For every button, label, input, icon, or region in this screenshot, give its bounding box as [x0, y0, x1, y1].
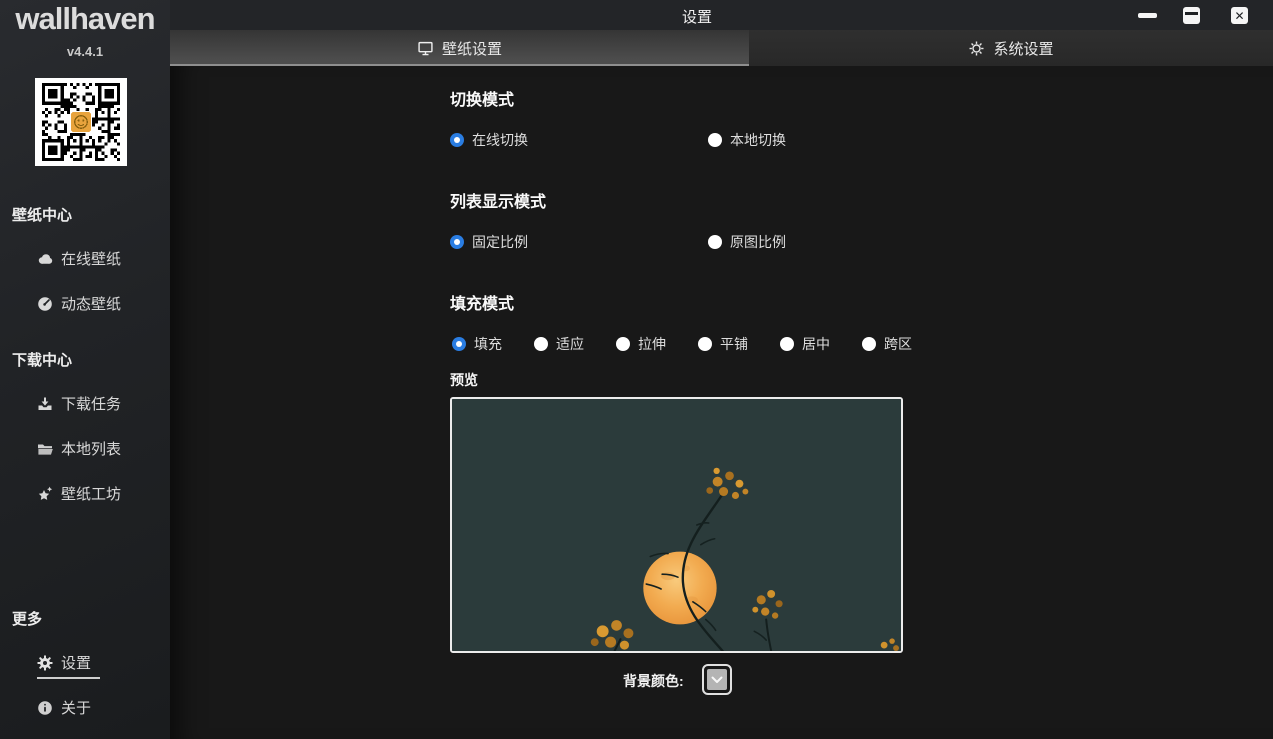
sidebar-item-wallpaper-workshop[interactable]: 壁纸工坊: [36, 483, 121, 504]
titlebar: 设置 ✕: [170, 0, 1273, 30]
radio-span[interactable]: 跨区: [862, 334, 912, 354]
sidebar-header-download-center: 下载中心: [12, 352, 73, 369]
radio-label: 拉伸: [638, 336, 666, 352]
background-color-dropdown[interactable]: [702, 664, 732, 695]
sidebar-item-label: 下载任务: [61, 396, 122, 413]
settings-content: 切换模式 在线切换 本地切换 列表显示模式 固定比例 原图比例 填充模式 填充 …: [170, 66, 1273, 739]
sidebar-item-local-list[interactable]: 本地列表: [36, 438, 121, 459]
radio-local-switch[interactable]: 本地切换: [708, 130, 786, 150]
radio-unselected-icon: [698, 337, 712, 351]
color-swatch: [707, 669, 727, 690]
tab-label: 系统设置: [993, 40, 1054, 58]
sidebar-item-label: 壁纸工坊: [61, 486, 122, 503]
sidebar-item-download-tasks[interactable]: 下载任务: [36, 393, 121, 414]
sidebar-item-label: 设置: [61, 655, 92, 672]
radio-selected-icon: [452, 337, 466, 351]
sidebar-item-label: 在线壁纸: [61, 251, 122, 268]
section-title-list-display-mode: 列表显示模式: [450, 194, 547, 211]
active-item-underline: [37, 677, 100, 679]
sidebar: wallhaven v4.4.1 壁纸中心 在线壁纸 动态壁纸 下载中心 下载任…: [0, 0, 170, 739]
app-logo: wallhaven: [15, 1, 155, 36]
tab-bar: 壁纸设置 系统设置: [170, 30, 1273, 66]
section-title-switch-mode: 切换模式: [450, 92, 515, 109]
radio-label: 填充: [474, 336, 502, 352]
tab-label: 壁纸设置: [441, 40, 502, 58]
radio-center[interactable]: 居中: [780, 334, 830, 354]
radio-label: 居中: [802, 336, 830, 352]
sidebar-item-online-wallpaper[interactable]: 在线壁纸: [36, 248, 121, 269]
chevron-down-icon: [711, 676, 723, 683]
sidebar-header-wallpaper-center: 壁纸中心: [12, 207, 73, 224]
maximize-button[interactable]: [1183, 7, 1200, 24]
moon-wallpaper-image: [452, 399, 901, 651]
wallpaper-preview: [450, 397, 903, 653]
background-color-label: 背景颜色:: [623, 673, 684, 689]
sidebar-item-about[interactable]: 关于: [36, 697, 91, 718]
sidebar-item-label: 动态壁纸: [61, 296, 122, 313]
folder-icon: [38, 444, 53, 455]
radio-unselected-icon: [708, 133, 722, 147]
main-area: 设置 ✕ 壁纸设置 系统设置 切换模式 在线切换 本地切换 列表显示模式 固定比…: [170, 0, 1273, 739]
radio-selected-icon: [450, 133, 464, 147]
radio-selected-icon: [450, 235, 464, 249]
minimize-button[interactable]: [1138, 13, 1157, 18]
radio-label: 本地切换: [730, 132, 786, 148]
sidebar-item-settings[interactable]: 设置: [36, 652, 91, 673]
radio-fit[interactable]: 适应: [534, 334, 584, 354]
radio-unselected-icon: [862, 337, 876, 351]
radio-original-ratio[interactable]: 原图比例: [708, 232, 786, 252]
radio-unselected-icon: [534, 337, 548, 351]
gauge-icon: [38, 296, 52, 311]
tab-system-settings[interactable]: 系统设置: [749, 30, 1273, 66]
radio-unselected-icon: [780, 337, 794, 351]
app-version: v4.4.1: [66, 44, 104, 59]
sidebar-item-label: 本地列表: [61, 441, 122, 458]
radio-fill[interactable]: 填充: [452, 334, 502, 354]
radio-tile[interactable]: 平铺: [698, 334, 748, 354]
maximize-icon: [1185, 12, 1198, 15]
radio-unselected-icon: [708, 235, 722, 249]
tab-wallpaper-settings[interactable]: 壁纸设置: [170, 30, 749, 66]
monitor-icon: [418, 41, 433, 55]
preview-label: 预览: [450, 372, 478, 388]
radio-label: 适应: [556, 336, 584, 352]
radio-online-switch[interactable]: 在线切换: [450, 130, 528, 150]
radio-label: 原图比例: [730, 234, 786, 250]
cloud-icon: [38, 253, 53, 264]
info-icon: [38, 700, 52, 715]
gear-icon: [969, 41, 984, 55]
section-title-fill-mode: 填充模式: [450, 296, 515, 313]
radio-label: 平铺: [720, 336, 748, 352]
sidebar-item-label: 关于: [61, 700, 92, 717]
radio-label: 跨区: [884, 336, 912, 352]
radio-fixed-ratio[interactable]: 固定比例: [450, 232, 528, 252]
app-window: 设置 ✕ 壁纸设置 系统设置 切换模式 在线切换 本地切换 列表显示模式 固定比…: [0, 0, 1273, 739]
window-title: 设置: [681, 9, 713, 26]
close-icon: ✕: [1234, 8, 1245, 23]
star-sparkle-icon: [38, 486, 53, 500]
radio-unselected-icon: [616, 337, 630, 351]
close-button[interactable]: ✕: [1231, 7, 1248, 24]
gear-icon: [37, 654, 53, 671]
radio-label: 固定比例: [472, 234, 528, 250]
sidebar-header-more: 更多: [12, 611, 43, 628]
qr-code: [35, 78, 127, 166]
radio-stretch[interactable]: 拉伸: [616, 334, 666, 354]
download-icon: [38, 397, 52, 410]
sidebar-item-dynamic-wallpaper[interactable]: 动态壁纸: [36, 293, 121, 314]
radio-label: 在线切换: [472, 132, 528, 148]
